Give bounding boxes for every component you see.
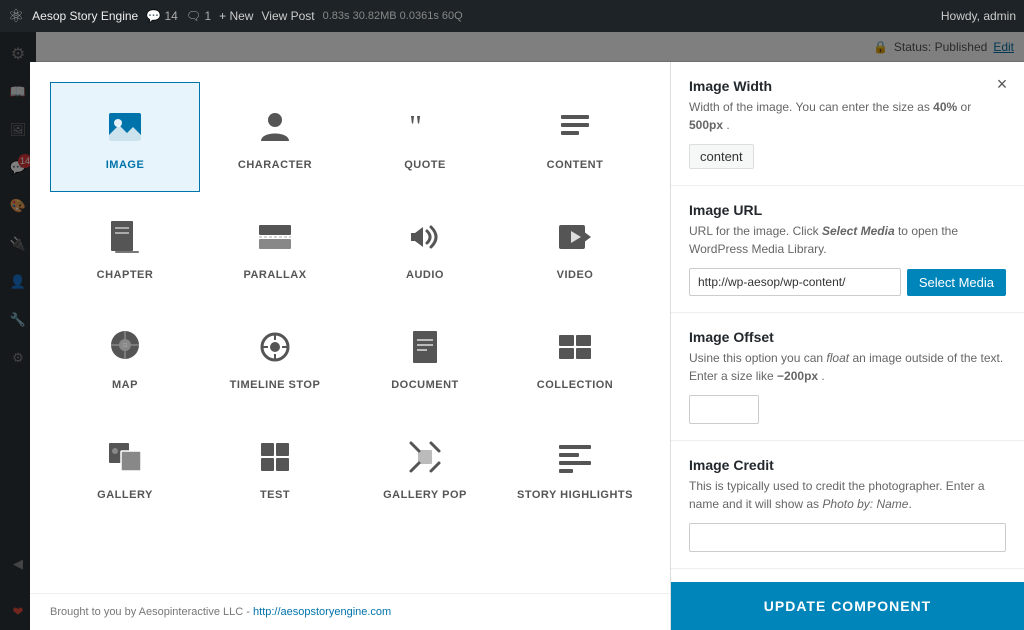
map-icon	[101, 323, 149, 371]
offset-input[interactable]	[689, 395, 759, 424]
component-item-gallery-pop[interactable]: GALLERY POP	[350, 412, 500, 522]
close-button[interactable]: ×	[990, 72, 1014, 96]
component-label-video: VIDEO	[557, 269, 594, 281]
settings-section-width: Image Width Width of the image. You can …	[671, 62, 1024, 186]
comments-icon[interactable]: 💬 14	[146, 9, 178, 23]
image-icon	[101, 103, 149, 151]
select-media-button[interactable]: Select Media	[907, 269, 1006, 296]
update-component-button[interactable]: UPDATE COMPONENT	[671, 582, 1024, 630]
width-value-tag: content	[689, 144, 754, 169]
gallery-pop-icon	[401, 433, 449, 481]
component-item-chapter[interactable]: CHAPTER	[50, 192, 200, 302]
component-item-story-highlights[interactable]: STORY HIGHLIGHTS	[500, 412, 650, 522]
component-label-timeline-stop: TIMELINE STOP	[230, 379, 321, 391]
howdy-label: Howdy, admin	[941, 9, 1016, 23]
settings-panel: × Image Width Width of the image. You ca…	[670, 62, 1024, 630]
character-icon	[251, 103, 299, 151]
component-item-parallax[interactable]: PARALLAX	[200, 192, 350, 302]
url-row: Select Media	[689, 268, 1006, 296]
settings-section-credit: Image Credit This is typically used to c…	[671, 441, 1024, 569]
component-label-document: DOCUMENT	[391, 379, 459, 391]
modal-overlay: IMAGE CHARACTER "	[0, 32, 1024, 630]
content-icon	[551, 103, 599, 151]
component-label-image: IMAGE	[106, 159, 145, 171]
url-input[interactable]	[689, 268, 901, 296]
component-label-collection: COLLECTION	[537, 379, 614, 391]
component-label-chapter: CHAPTER	[97, 269, 154, 281]
component-label-gallery: GALLERY	[97, 489, 153, 501]
component-item-content[interactable]: CONTENT	[500, 82, 650, 192]
stats-info: 0.83s 30.82MB 0.0361s 60Q	[323, 10, 463, 22]
settings-label-width: Image Width	[689, 78, 1006, 94]
component-item-document[interactable]: DOCUMENT	[350, 302, 500, 412]
new-button[interactable]: + New	[219, 9, 253, 23]
audio-icon	[401, 213, 449, 261]
component-item-timeline-stop[interactable]: TIMELINE STOP	[200, 302, 350, 412]
timeline-stop-icon	[251, 323, 299, 371]
component-item-audio[interactable]: AUDIO	[350, 192, 500, 302]
component-label-story-highlights: STORY HIGHLIGHTS	[517, 489, 633, 501]
component-item-image[interactable]: IMAGE	[50, 82, 200, 192]
component-label-character: CHARACTER	[238, 159, 312, 171]
settings-desc-url: URL for the image. Click Select Media to…	[689, 222, 1006, 258]
component-label-audio: AUDIO	[406, 269, 444, 281]
test-icon	[251, 433, 299, 481]
component-label-quote: QUOTE	[404, 159, 446, 171]
component-label-test: TEST	[260, 489, 290, 501]
story-highlights-icon	[551, 433, 599, 481]
site-name[interactable]: Aesop Story Engine	[32, 9, 138, 23]
settings-section-url: Image URL URL for the image. Click Selec…	[671, 186, 1024, 313]
quote-icon: "	[401, 103, 449, 151]
parallax-icon	[251, 213, 299, 261]
settings-desc-offset: Usine this option you can float an image…	[689, 349, 1006, 385]
settings-label-url: Image URL	[689, 202, 1006, 218]
component-grid: IMAGE CHARACTER "	[50, 82, 650, 522]
footer-link[interactable]: http://aesopstoryengine.com	[253, 606, 391, 618]
component-item-test[interactable]: TEST	[200, 412, 350, 522]
component-item-map[interactable]: MAP	[50, 302, 200, 412]
wp-logo-icon: ⚛	[8, 6, 24, 27]
component-panel: IMAGE CHARACTER "	[30, 62, 670, 630]
credit-input[interactable]	[689, 523, 1006, 552]
settings-section-offset: Image Offset Usine this option you can f…	[671, 313, 1024, 441]
collection-icon	[551, 323, 599, 371]
chapter-icon	[101, 213, 149, 261]
update-btn-container: UPDATE COMPONENT	[671, 582, 1024, 630]
settings-label-offset: Image Offset	[689, 329, 1006, 345]
component-item-gallery[interactable]: GALLERY	[50, 412, 200, 522]
component-item-video[interactable]: VIDEO	[500, 192, 650, 302]
component-label-content: CONTENT	[547, 159, 604, 171]
settings-desc-width: Width of the image. You can enter the si…	[689, 98, 1006, 134]
view-post-link[interactable]: View Post	[261, 9, 314, 23]
component-item-quote[interactable]: " QUOTE	[350, 82, 500, 192]
component-label-map: MAP	[112, 379, 138, 391]
admin-bar: ⚛ Aesop Story Engine 💬 14 🗨 1 + New View…	[0, 0, 1024, 32]
component-label-gallery-pop: GALLERY POP	[383, 489, 467, 501]
gallery-icon	[101, 433, 149, 481]
component-item-collection[interactable]: COLLECTION	[500, 302, 650, 412]
settings-label-credit: Image Credit	[689, 457, 1006, 473]
document-icon	[401, 323, 449, 371]
modal: IMAGE CHARACTER "	[30, 62, 1024, 630]
video-icon	[551, 213, 599, 261]
settings-desc-credit: This is typically used to credit the pho…	[689, 477, 1006, 513]
component-footer: Brought to you by Aesopinteractive LLC -…	[30, 593, 670, 630]
component-item-character[interactable]: CHARACTER	[200, 82, 350, 192]
svg-text:": "	[409, 108, 422, 144]
messages-icon[interactable]: 🗨 1	[186, 9, 211, 23]
component-label-parallax: PARALLAX	[243, 269, 306, 281]
